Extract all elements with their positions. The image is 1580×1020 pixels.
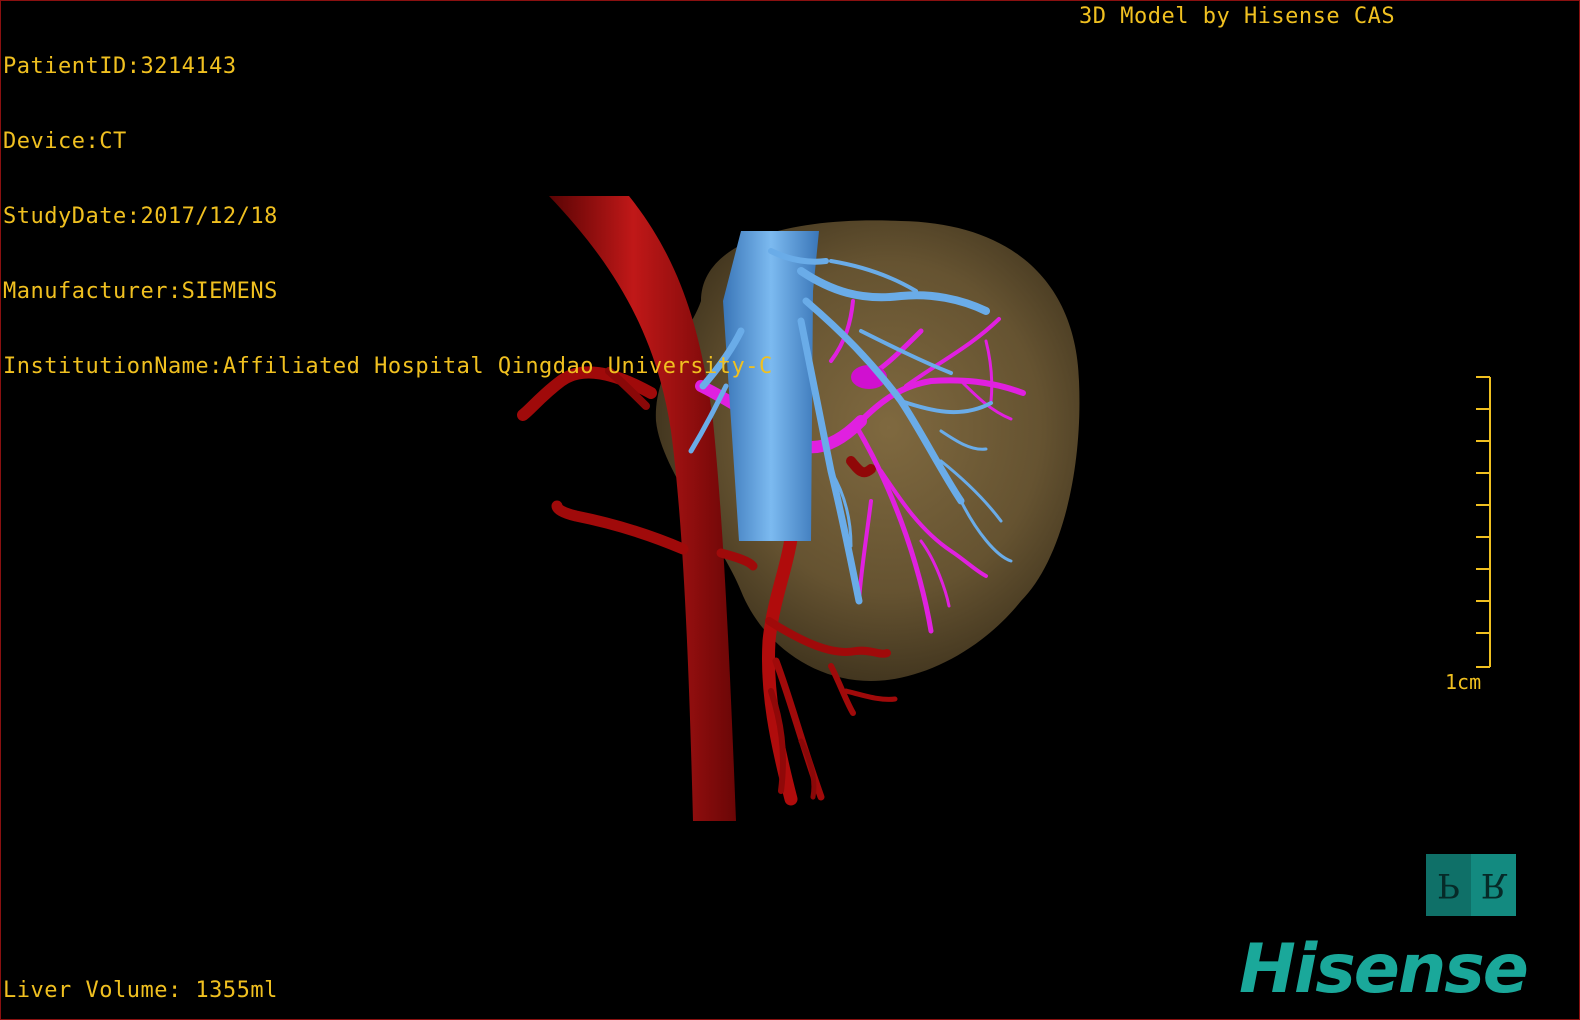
orientation-face-r[interactable]: R (1471, 854, 1516, 916)
patient-info-overlay: PatientID:3214143 Device:CT StudyDate:20… (3, 4, 773, 429)
orientation-face-p[interactable]: P (1426, 854, 1471, 916)
liver-volume: Liver Volume: 1355ml (3, 978, 278, 1003)
hisense-logo: Hisense (1239, 930, 1529, 1009)
scale-label: 1cm (1445, 670, 1482, 694)
3d-viewport[interactable]: PatientID:3214143 Device:CT StudyDate:20… (0, 0, 1580, 1020)
manufacturer: Manufacturer:SIEMENS (3, 279, 278, 304)
device: Device:CT (3, 129, 127, 154)
scale-bar (1476, 376, 1491, 668)
orientation-cube[interactable]: P R (1426, 854, 1516, 916)
patient-id: PatientID:3214143 (3, 54, 237, 79)
study-date: StudyDate:2017/12/18 (3, 204, 278, 229)
institution-name: InstitutionName:Affiliated Hospital Qing… (3, 354, 773, 379)
model-credit: 3D Model by Hisense CAS (1079, 4, 1396, 29)
